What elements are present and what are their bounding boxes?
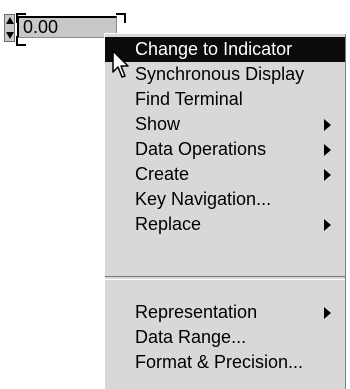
- menu-item-synchronous-display[interactable]: Synchronous Display: [105, 62, 345, 87]
- selection-corner-top-left: [16, 13, 26, 23]
- menu-separator: [105, 276, 345, 280]
- submenu-arrow-icon: [324, 169, 331, 181]
- menu-item-label: Replace: [135, 214, 202, 234]
- mouse-pointer-icon: [112, 50, 129, 78]
- submenu-arrow-icon: [324, 119, 331, 131]
- selection-corner-bottom-left: [16, 36, 26, 46]
- numeric-value-field[interactable]: 0.00: [17, 16, 117, 38]
- menu-item-label: Create: [135, 164, 190, 184]
- menu-item-representation[interactable]: Representation: [105, 300, 345, 325]
- numeric-value-text: 0.00: [23, 17, 59, 37]
- increment-decrement-spinner[interactable]: [4, 14, 15, 42]
- menu-item-change-to-indicator[interactable]: Change to Indicator: [105, 37, 345, 62]
- triangle-up-icon[interactable]: [6, 17, 14, 24]
- submenu-arrow-icon: [324, 219, 331, 231]
- menu-item-label: Representation: [135, 302, 258, 322]
- menu-item-find-terminal[interactable]: Find Terminal: [105, 87, 345, 112]
- menu-item-data-operations[interactable]: Data Operations: [105, 137, 345, 162]
- menu-item-format-precision[interactable]: Format & Precision...: [105, 350, 345, 375]
- menu-item-replace[interactable]: Replace: [105, 212, 345, 237]
- menu-item-show[interactable]: Show: [105, 112, 345, 137]
- menu-item-create[interactable]: Create: [105, 162, 345, 187]
- menu-item-label: Data Operations: [135, 139, 267, 159]
- menu-item-label: Data Range...: [135, 327, 247, 347]
- triangle-down-icon[interactable]: [6, 32, 14, 39]
- menu-item-label: Synchronous Display: [135, 64, 305, 84]
- menu-item-label: Format & Precision...: [135, 352, 304, 372]
- menu-item-label: Show: [135, 114, 181, 134]
- menu-item-key-navigation[interactable]: Key Navigation...: [105, 187, 345, 212]
- menu-item-label: Key Navigation...: [135, 189, 272, 209]
- selection-corner-top-right: [116, 13, 126, 23]
- submenu-arrow-icon: [324, 144, 331, 156]
- menu-item-data-range[interactable]: Data Range...: [105, 325, 345, 350]
- menu-item-label: Change to Indicator: [135, 39, 293, 59]
- menu-item-label: Find Terminal: [135, 89, 243, 109]
- context-menu: Change to Indicator Synchronous Display …: [104, 33, 346, 389]
- submenu-arrow-icon: [324, 307, 331, 319]
